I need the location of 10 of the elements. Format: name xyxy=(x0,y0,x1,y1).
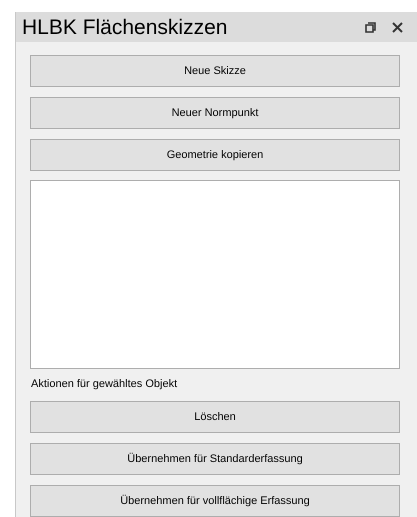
restore-icon[interactable] xyxy=(365,22,376,32)
section-label: Aktionen für gewähltes Objekt xyxy=(30,377,178,391)
window-title: HLBK Flächenskizzen xyxy=(22,16,228,38)
action-button[interactable]: Löschen xyxy=(30,401,400,433)
action-button[interactable]: Übernehmen für vollflächige Erfassung xyxy=(30,485,400,517)
action-button[interactable]: Neuer Normpunkt xyxy=(30,97,400,129)
close-icon[interactable] xyxy=(392,22,403,32)
action-button[interactable]: Neue Skizze xyxy=(30,55,400,87)
action-button[interactable]: Geometrie kopieren xyxy=(30,139,400,171)
action-button[interactable]: Übernehmen für Standarderfassung xyxy=(30,443,400,475)
